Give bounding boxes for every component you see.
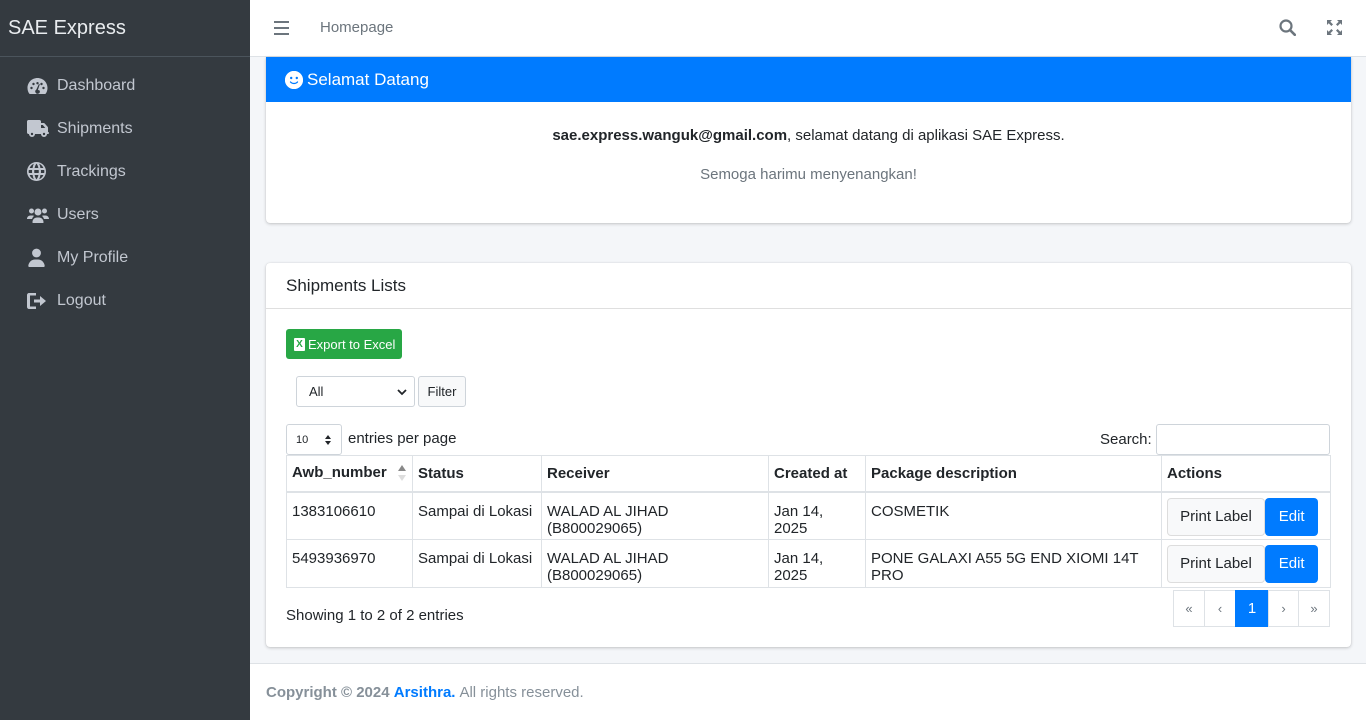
cell-receiver: WALAD AL JIHAD (B800029065) <box>541 491 769 540</box>
sidebar-item-my-profile[interactable]: My Profile <box>0 236 250 279</box>
table-row: 1383106610 Sampai di Lokasi WALAD AL JIH… <box>286 491 1331 540</box>
welcome-header: Selamat Datang <box>266 57 1351 102</box>
chevron-down-icon <box>397 389 407 396</box>
print-label-button[interactable]: Print Label <box>1167 497 1265 536</box>
copyright-text: Copyright © 2024 <box>266 683 390 701</box>
dashboard-icon <box>27 76 49 96</box>
cell-status: Sampai di Lokasi <box>412 539 542 588</box>
cell-status: Sampai di Lokasi <box>412 491 542 540</box>
cell-awb: 5493936970 <box>286 539 413 588</box>
welcome-title: Selamat Datang <box>307 69 429 89</box>
shipments-table: Awb_number Status Receiver Created at Pa… <box>286 455 1331 588</box>
welcome-body: sae.express.wanguk@gmail.com, selamat da… <box>266 102 1351 183</box>
table-header-row: Awb_number Status Receiver Created at Pa… <box>286 455 1331 493</box>
filter-button[interactable]: Filter <box>418 376 466 407</box>
sidebar-item-shipments[interactable]: Shipments <box>0 107 250 150</box>
company-link[interactable]: Arsithra. <box>394 684 456 701</box>
search-label: Search: <box>1100 431 1152 448</box>
col-package-description[interactable]: Package description <box>865 455 1162 493</box>
welcome-text: , selamat datang di aplikasi SAE Express… <box>787 127 1065 144</box>
brand[interactable]: SAE Express <box>0 0 250 57</box>
sidebar-item-label: Users <box>57 205 99 223</box>
users-icon <box>27 205 49 225</box>
user-email: sae.express.wanguk@gmail.com <box>552 127 788 144</box>
page-length-select[interactable]: 10 <box>286 424 342 455</box>
logout-icon <box>27 291 49 311</box>
edit-button[interactable]: Edit <box>1265 497 1319 536</box>
pager-first[interactable]: « <box>1173 590 1205 627</box>
cell-awb: 1383106610 <box>286 491 413 540</box>
cell-actions: Print Label Edit <box>1161 491 1331 540</box>
brand-name[interactable]: SAE Express <box>8 17 126 40</box>
sort-arrows-icon <box>325 435 331 445</box>
expand-icon[interactable] <box>1326 19 1343 40</box>
cell-actions: Print Label Edit <box>1161 539 1331 588</box>
sidebar-item-label: Trackings <box>57 162 126 180</box>
col-status[interactable]: Status <box>412 455 542 493</box>
sidebar: SAE Express Dashboard Shipments Tracking… <box>0 0 250 720</box>
excel-icon: X <box>294 337 305 351</box>
welcome-subtitle: Semoga harimu menyenangkan! <box>700 166 917 183</box>
print-label-button[interactable]: Print Label <box>1167 545 1265 583</box>
entries-per-page-label: entries per page <box>348 430 457 447</box>
cell-created: Jan 14, 2025 <box>768 539 866 588</box>
pagination: « ‹ 1 › » <box>1173 590 1330 627</box>
sidebar-item-label: Dashboard <box>57 76 136 94</box>
page-length-value: 10 <box>296 433 309 446</box>
export-excel-label: Export to Excel <box>308 336 396 352</box>
pager-page-1[interactable]: 1 <box>1235 590 1269 627</box>
sidebar-item-label: Shipments <box>57 119 133 137</box>
search-icon[interactable] <box>1279 19 1297 40</box>
search-input[interactable] <box>1156 424 1330 455</box>
column-label: Awb_number <box>292 464 387 482</box>
export-excel-button[interactable]: X Export to Excel <box>286 329 402 359</box>
rights-text: All rights reserved. <box>459 683 584 701</box>
sidebar-nav: Dashboard Shipments Trackings Users My P… <box>0 57 250 322</box>
pager-last[interactable]: » <box>1298 590 1330 627</box>
pager-prev[interactable]: ‹ <box>1204 590 1236 627</box>
col-awb-number[interactable]: Awb_number <box>286 455 413 493</box>
col-created-at[interactable]: Created at <box>768 455 866 493</box>
truck-icon <box>27 119 49 139</box>
pager-next[interactable]: › <box>1268 590 1299 627</box>
edit-button[interactable]: Edit <box>1265 545 1319 583</box>
sort-icon <box>397 465 406 482</box>
cell-created: Jan 14, 2025 <box>768 491 866 540</box>
col-receiver[interactable]: Receiver <box>541 455 769 493</box>
sidebar-item-logout[interactable]: Logout <box>0 279 250 322</box>
sidebar-item-trackings[interactable]: Trackings <box>0 150 250 193</box>
table-row: 5493936970 Sampai di Lokasi WALAD AL JIH… <box>286 539 1331 588</box>
cell-description: PONE GALAXI A55 5G END XIOMI 14T PRO <box>865 539 1162 588</box>
breadcrumb-homepage[interactable]: Homepage <box>320 19 393 36</box>
top-navbar: Homepage <box>250 0 1366 57</box>
welcome-card: Selamat Datang sae.express.wanguk@gmail.… <box>266 57 1351 223</box>
status-filter-value: All <box>309 384 324 399</box>
user-icon <box>27 248 49 268</box>
hamburger-icon[interactable] <box>274 21 289 35</box>
cell-receiver: WALAD AL JIHAD (B800029065) <box>541 539 769 588</box>
shipments-title: Shipments Lists <box>266 263 1351 309</box>
col-actions: Actions <box>1161 455 1331 493</box>
sidebar-item-users[interactable]: Users <box>0 193 250 236</box>
sidebar-item-label: My Profile <box>57 248 129 266</box>
cell-description: COSMETIK <box>865 491 1162 540</box>
status-filter-select[interactable]: All <box>296 376 415 407</box>
sidebar-item-label: Logout <box>57 291 106 309</box>
smile-icon <box>285 70 303 89</box>
shipments-card: Shipments Lists X Export to Excel All Fi… <box>266 263 1351 647</box>
sidebar-item-dashboard[interactable]: Dashboard <box>0 64 250 107</box>
welcome-message: sae.express.wanguk@gmail.com, selamat da… <box>266 127 1351 144</box>
globe-icon <box>27 162 49 182</box>
footer: Copyright © 2024 Arsithra. All rights res… <box>250 663 1366 720</box>
table-info: Showing 1 to 2 of 2 entries <box>286 607 464 624</box>
